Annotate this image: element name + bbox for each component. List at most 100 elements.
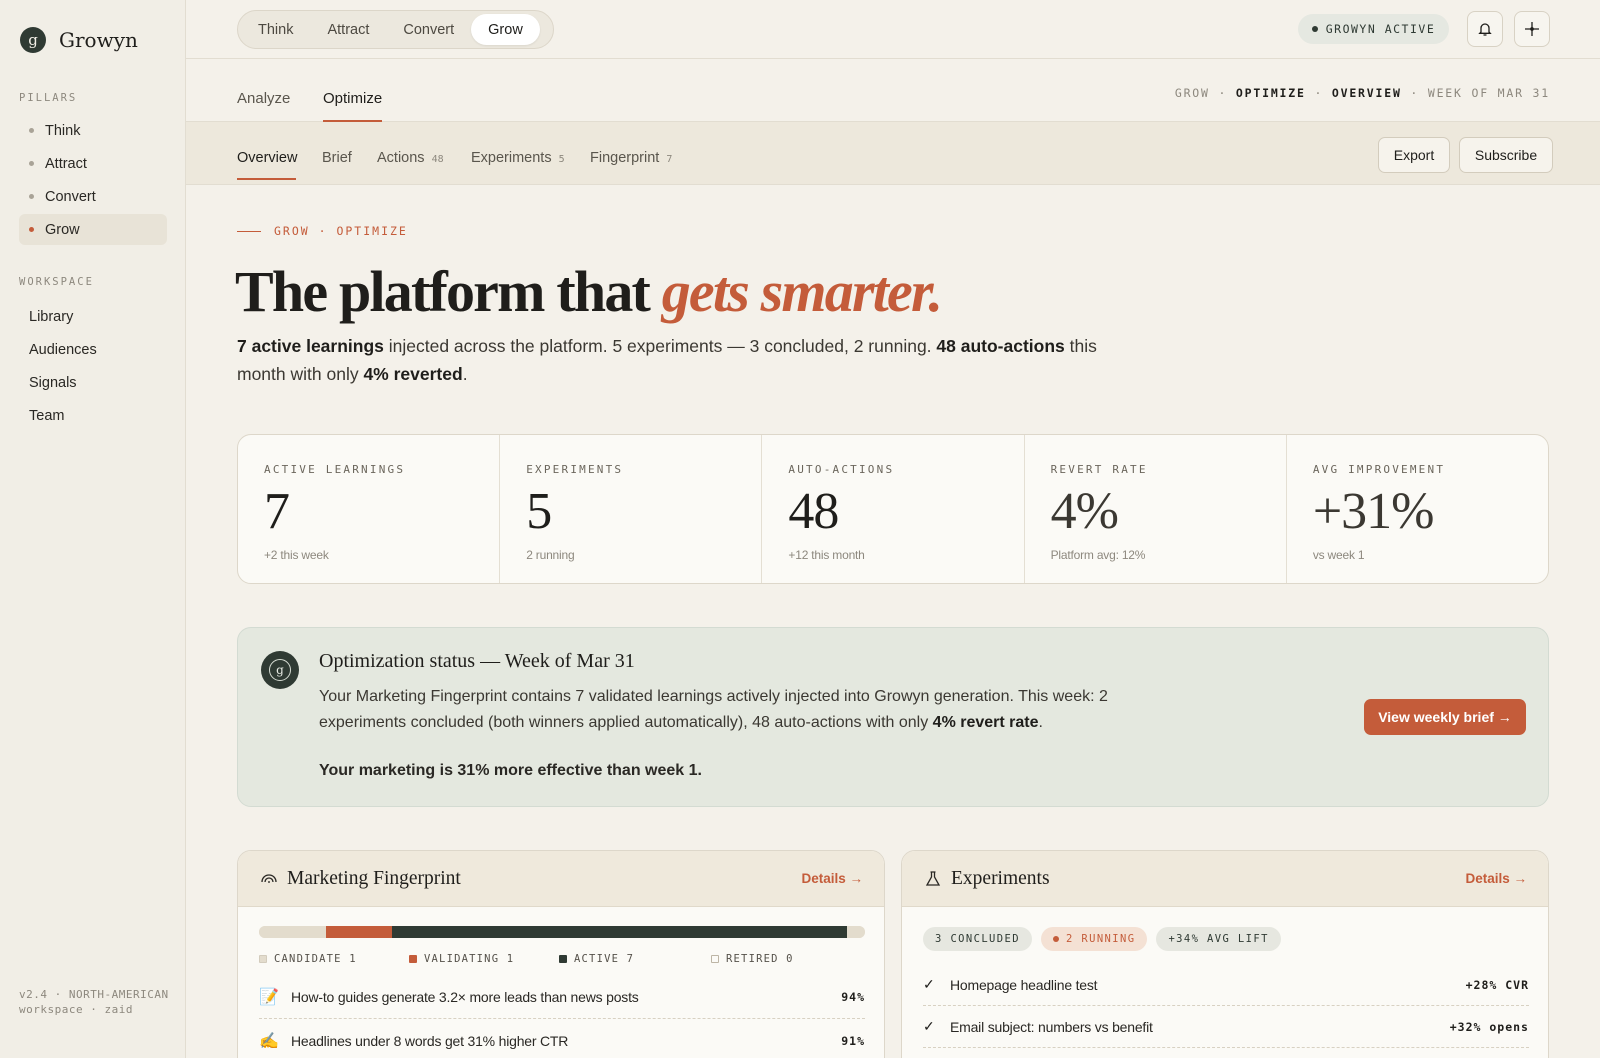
bullet-icon xyxy=(29,161,34,166)
status-dot-icon xyxy=(1311,26,1318,32)
logo-text: Growyn xyxy=(59,28,138,52)
fingerprint-card: Marketing Fingerprint Details → CANDIDAT… xyxy=(237,850,885,1058)
card-header: Marketing Fingerprint Details → xyxy=(238,851,884,907)
tab-brief[interactable]: Brief xyxy=(322,150,352,166)
bar-segment-retired xyxy=(846,926,865,938)
sidebar-item-convert[interactable]: Convert xyxy=(19,181,167,212)
stat-note: Platform avg: 12% xyxy=(1050,548,1146,562)
notifications-button[interactable] xyxy=(1467,11,1503,47)
subscribe-button[interactable]: Subscribe xyxy=(1459,137,1553,173)
tab-overview[interactable]: Overview xyxy=(237,150,297,166)
learning-row[interactable]: 📝 How-to guides generate 3.2× more leads… xyxy=(259,975,865,1019)
card-title: Experiments xyxy=(951,868,1050,889)
experiment-result: +28% CVR xyxy=(1465,977,1529,992)
status-badge: GROWYN ACTIVE xyxy=(1298,14,1449,44)
page-title: The platform that gets smarter. xyxy=(235,258,943,325)
card-header: Experiments Details → xyxy=(902,851,1548,907)
fingerprint-details-link[interactable]: Details → xyxy=(801,871,863,886)
learning-row[interactable]: ✍ Headlines under 8 words get 31% higher… xyxy=(259,1019,865,1058)
banner-body: Your Marketing Fingerprint contains 7 va… xyxy=(319,684,1119,736)
tab-optimize[interactable]: Optimize xyxy=(323,90,382,107)
tab-label: Experiments xyxy=(471,150,552,166)
banner-title: Optimization status — Week of Mar 31 xyxy=(319,650,635,672)
legend-swatch xyxy=(409,955,417,963)
export-button[interactable]: Export xyxy=(1378,137,1450,173)
pillar-tab-attract[interactable]: Attract xyxy=(310,14,386,45)
title-accent: gets smarter. xyxy=(661,259,943,324)
sidebar-item-grow[interactable]: Grow xyxy=(19,214,167,245)
bar-segment-validating xyxy=(325,926,393,938)
stats-row: ACTIVE LEARNINGS 7 +2 this week EXPERIME… xyxy=(237,434,1549,584)
sidebar-item-signals[interactable]: Signals xyxy=(19,367,167,398)
summary-text: . xyxy=(462,364,468,384)
check-icon: ✓ xyxy=(923,1018,935,1034)
legend-label: ACTIVE 7 xyxy=(574,953,635,965)
tab-fingerprint[interactable]: Fingerprint 7 xyxy=(590,150,672,166)
breadcrumb-week: WEEK OF MAR 31 xyxy=(1427,86,1550,100)
logo[interactable]: g Growyn xyxy=(20,27,138,53)
view-tabs: Overview Brief Actions 48 Experiments 5 Fi… xyxy=(186,122,1600,185)
version-footer: v2.4 · NORTH-AMERICAN workspace · zaid xyxy=(19,988,169,1016)
tab-analyze[interactable]: Analyze xyxy=(237,90,290,107)
legend-swatch xyxy=(559,955,567,963)
legend-retired: RETIRED 0 xyxy=(711,953,794,965)
tab-actions[interactable]: Actions 48 xyxy=(377,150,444,166)
stat-avg-improvement: AVG IMPROVEMENT +31% vs week 1 xyxy=(1287,435,1548,583)
workspace-heading: WORKSPACE xyxy=(19,276,94,288)
experiment-row[interactable]: ✓ Homepage headline test +28% CVR xyxy=(923,964,1529,1006)
breadcrumb-grow[interactable]: GROW xyxy=(1175,86,1210,100)
active-tab-underline xyxy=(237,178,296,180)
bar-segment-active xyxy=(392,926,847,938)
growyn-mark-letter: g xyxy=(269,659,291,681)
view-weekly-brief-button[interactable]: View weekly brief → xyxy=(1364,699,1526,735)
sidebar-item-label: Think xyxy=(45,122,81,139)
memo-icon: 📝 xyxy=(259,988,279,1006)
stat-value: 5 xyxy=(526,483,552,540)
stat-label: EXPERIMENTS xyxy=(526,463,624,476)
status-text: GROWYN ACTIVE xyxy=(1325,22,1436,36)
pillar-tab-think[interactable]: Think xyxy=(241,14,310,45)
main-area: Think Attract Convert Grow GROWYN ACTIVE… xyxy=(186,0,1600,1058)
bullet-icon xyxy=(29,227,34,232)
sparkle-button[interactable] xyxy=(1514,11,1550,47)
sidebar-item-label: Signals xyxy=(29,374,77,391)
experiments-details-link[interactable]: Details → xyxy=(1465,871,1527,886)
pillars-list: Think Attract Convert Grow xyxy=(19,115,167,247)
tab-label: Brief xyxy=(322,150,352,166)
pillar-tab-convert[interactable]: Convert xyxy=(386,14,471,45)
sidebar-item-audiences[interactable]: Audiences xyxy=(19,334,167,365)
experiment-row[interactable]: ✓ Email subject: numbers vs benefit +32%… xyxy=(923,1006,1529,1048)
eyebrow-text: GROW · OPTIMIZE xyxy=(274,224,408,238)
banner-body-end: . xyxy=(1038,714,1043,731)
legend-candidate: CANDIDATE 1 xyxy=(259,953,357,965)
banner-body-bold: 4% revert rate xyxy=(932,714,1039,731)
sidebar-item-library[interactable]: Library xyxy=(19,301,167,332)
running-dot-icon xyxy=(1052,936,1059,942)
writing-hand-icon: ✍ xyxy=(259,1032,279,1050)
sidebar-item-attract[interactable]: Attract xyxy=(19,148,167,179)
pillar-tab-grow[interactable]: Grow xyxy=(471,14,540,45)
stat-value: 4% xyxy=(1050,483,1119,540)
sidebar-item-think[interactable]: Think xyxy=(19,115,167,146)
stat-note: 2 running xyxy=(526,548,575,562)
fingerprint-icon xyxy=(261,874,277,883)
sidebar-item-label: Audiences xyxy=(29,341,97,358)
sidebar-item-team[interactable]: Team xyxy=(19,400,167,431)
legend-label: RETIRED 0 xyxy=(726,953,794,965)
pillars-heading: PILLARS xyxy=(19,92,78,104)
breadcrumb-overview: OVERVIEW xyxy=(1331,86,1402,100)
avg-lift-chip: +34% AVG LIFT xyxy=(1156,927,1281,951)
stat-active-learnings: ACTIVE LEARNINGS 7 +2 this week xyxy=(238,435,501,583)
sidebar-item-label: Library xyxy=(29,308,74,325)
experiment-name: Homepage headline test xyxy=(950,976,1098,993)
summary-learnings: 7 active learnings xyxy=(237,336,384,356)
optimization-status-banner: g Optimization status — Week of Mar 31 Y… xyxy=(237,627,1549,807)
tab-label: Fingerprint xyxy=(590,150,660,166)
legend-validating: VALIDATING 1 xyxy=(409,953,514,965)
topbar: Think Attract Convert Grow GROWYN ACTIVE xyxy=(186,0,1600,59)
breadcrumb-optimize[interactable]: OPTIMIZE xyxy=(1236,86,1306,100)
tab-experiments[interactable]: Experiments 5 xyxy=(471,150,565,166)
stat-value: 48 xyxy=(788,483,839,540)
experiment-name: Email subject: numbers vs benefit xyxy=(950,1018,1153,1035)
legend-label: VALIDATING 1 xyxy=(424,953,515,965)
